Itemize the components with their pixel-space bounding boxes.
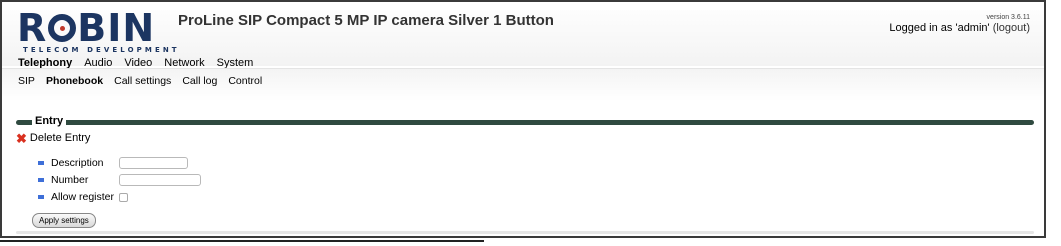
version-text: version 3.6.11 xyxy=(986,14,1030,21)
fieldset-legend: Entry xyxy=(32,115,67,127)
allow-register-row: Allow register xyxy=(38,191,128,203)
divider-line xyxy=(0,240,484,242)
delete-entry-button[interactable]: ✖ Delete Entry xyxy=(16,130,91,146)
delete-entry-label: Delete Entry xyxy=(29,132,91,144)
logo-subtext: TELECOM DEVELOPMENT xyxy=(23,46,180,54)
login-text: Logged in as 'admin' xyxy=(889,22,990,34)
number-field[interactable] xyxy=(119,174,201,186)
bullet-icon xyxy=(38,195,44,199)
logo-wordmark: R BIN xyxy=(17,6,156,50)
description-row: Description xyxy=(38,157,188,169)
description-field[interactable] xyxy=(119,157,188,169)
delete-icon: ✖ xyxy=(16,130,27,146)
subtab-call-settings[interactable]: Call settings xyxy=(114,75,171,87)
header: R BIN TELECOM DEVELOPMENT ProLine SIP Com… xyxy=(2,2,1044,69)
device-title: ProLine SIP Compact 5 MP IP camera Silve… xyxy=(178,12,554,29)
subtab-call-log[interactable]: Call log xyxy=(182,75,217,87)
fieldset-bottom-border xyxy=(16,231,1034,234)
robin-logo: R BIN TELECOM DEVELOPMENT xyxy=(17,6,177,54)
apply-settings-button[interactable]: Apply settings xyxy=(32,213,96,228)
sub-nav: SIP Phonebook Call settings Call log Con… xyxy=(2,68,1044,101)
subtab-control[interactable]: Control xyxy=(228,75,262,87)
login-status: Logged in as 'admin' (logout) xyxy=(889,22,1030,34)
app-window: R BIN TELECOM DEVELOPMENT ProLine SIP Com… xyxy=(0,0,1046,238)
number-row: Number xyxy=(38,174,201,186)
subtab-phonebook[interactable]: Phonebook xyxy=(46,75,103,87)
fieldset-border xyxy=(16,120,1034,125)
logout-link[interactable]: (logout) xyxy=(993,22,1030,34)
allow-register-checkbox[interactable] xyxy=(119,192,128,202)
bullet-icon xyxy=(38,161,44,165)
subtab-sip[interactable]: SIP xyxy=(18,75,35,87)
number-label: Number xyxy=(51,174,89,186)
bullet-icon xyxy=(38,178,44,182)
allow-register-label: Allow register xyxy=(51,191,115,203)
description-label: Description xyxy=(51,157,104,169)
